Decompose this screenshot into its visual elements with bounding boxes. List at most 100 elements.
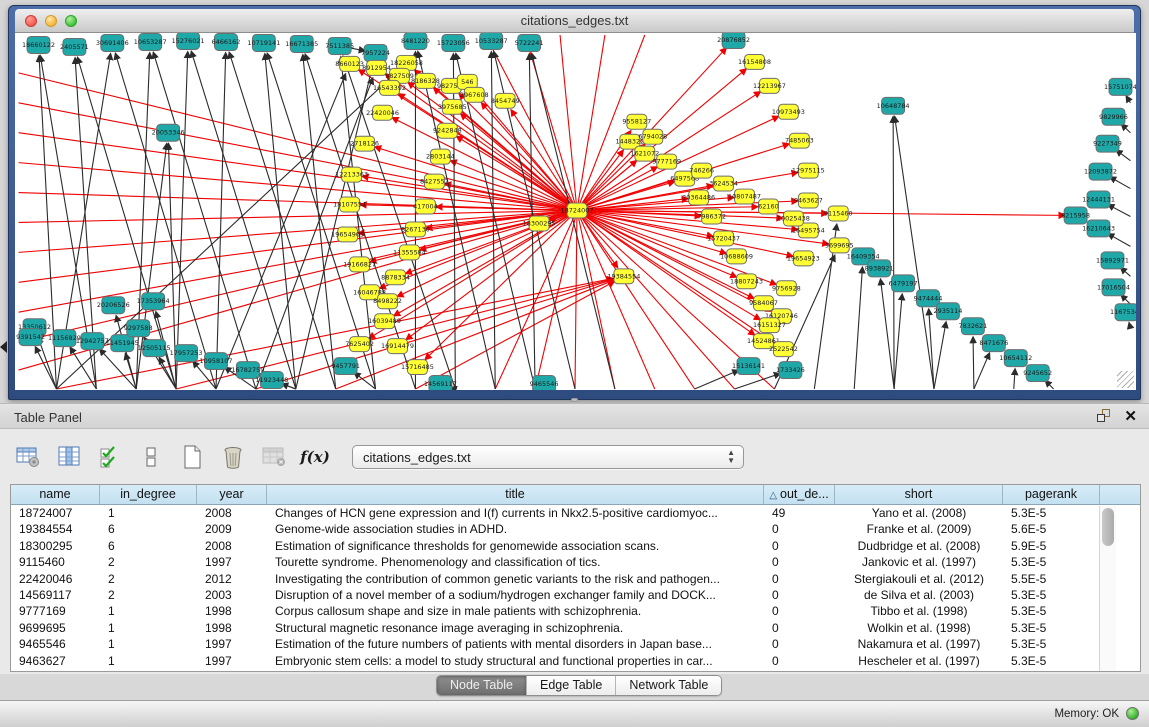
table-cell[interactable]: 0 bbox=[764, 538, 835, 554]
network-edge[interactable] bbox=[1121, 124, 1130, 132]
create-column-icon[interactable] bbox=[178, 444, 206, 470]
table-cell[interactable]: Hescheler et al. (1997) bbox=[835, 653, 1003, 669]
column-header[interactable]: in_degree bbox=[100, 485, 197, 504]
network-edge[interactable] bbox=[894, 294, 902, 389]
table-cell[interactable]: 5.6E-5 bbox=[1003, 521, 1100, 537]
network-edge[interactable] bbox=[176, 52, 188, 389]
network-node[interactable]: 11923448 bbox=[255, 372, 288, 389]
network-node[interactable]: 12093872 bbox=[1084, 163, 1117, 180]
table-row[interactable]: 946362711997Embryonic stem cells: a mode… bbox=[11, 653, 1140, 669]
table-cell[interactable]: 2009 bbox=[197, 521, 267, 537]
table-cell[interactable]: 2 bbox=[100, 587, 197, 603]
network-edge[interactable] bbox=[282, 384, 296, 389]
column-header[interactable]: pagerank bbox=[1003, 485, 1100, 504]
network-edge[interactable] bbox=[893, 117, 894, 389]
table-cell[interactable]: 6 bbox=[100, 521, 197, 537]
table-cell[interactable]: Corpus callosum shape and size in male p… bbox=[267, 603, 764, 619]
network-node[interactable]: 12942757 bbox=[76, 333, 109, 350]
network-edge[interactable] bbox=[934, 322, 946, 389]
table-cell[interactable]: Embryonic stem cells: a model to study s… bbox=[267, 653, 764, 669]
network-edge[interactable] bbox=[577, 211, 695, 390]
network-node[interactable]: 7986372 bbox=[697, 209, 726, 224]
table-cell[interactable]: Tourette syndrome. Phenomenology and cla… bbox=[267, 554, 764, 570]
network-node[interactable]: 15276021 bbox=[172, 33, 205, 49]
network-node[interactable]: 1733426 bbox=[776, 362, 805, 379]
network-node[interactable]: 10653287 bbox=[134, 33, 167, 50]
network-node[interactable]: 10648784 bbox=[877, 97, 910, 114]
table-cell[interactable]: 9777169 bbox=[11, 603, 100, 619]
table-cell[interactable]: Changes of HCN gene expression and I(f) … bbox=[267, 505, 764, 521]
network-node[interactable]: 2967608 bbox=[460, 87, 489, 102]
network-node[interactable]: 11675342 bbox=[1110, 304, 1136, 321]
network-edge[interactable] bbox=[854, 267, 862, 389]
table-row[interactable]: 969969511998Structural magnetic resonanc… bbox=[11, 620, 1140, 636]
table-row[interactable]: 1872400712008Changes of HCN gene express… bbox=[11, 505, 1140, 521]
network-table-selector[interactable]: citations_edges.txt ▲▼ bbox=[352, 445, 744, 469]
network-edge[interactable] bbox=[153, 52, 256, 389]
network-node[interactable]: 9245652 bbox=[1023, 365, 1052, 382]
network-edge[interactable] bbox=[1045, 381, 1053, 389]
network-node[interactable]: 746266 bbox=[689, 163, 714, 178]
table-cell[interactable]: 1997 bbox=[197, 554, 267, 570]
network-node[interactable]: 8454749 bbox=[491, 93, 520, 108]
network-node[interactable]: 9391542 bbox=[16, 329, 45, 346]
table-cell[interactable]: 0 bbox=[764, 521, 835, 537]
network-node[interactable]: 2405571 bbox=[60, 38, 89, 55]
table-cell[interactable]: 9115460 bbox=[11, 554, 100, 570]
table-cell[interactable]: 1 bbox=[100, 620, 197, 636]
network-node[interactable]: 10719141 bbox=[247, 34, 280, 51]
network-node[interactable]: 19384554 bbox=[607, 269, 640, 284]
table-cell[interactable]: Disruption of a novel member of a sodium… bbox=[267, 587, 764, 603]
network-node[interactable]: 3975685 bbox=[438, 99, 467, 114]
network-node[interactable]: 8660123 bbox=[335, 56, 364, 71]
network-node[interactable]: 7957224 bbox=[361, 44, 390, 61]
network-node[interactable]: 8481220 bbox=[401, 33, 430, 49]
network-node[interactable]: 9463627 bbox=[794, 193, 823, 208]
show-columns-icon[interactable] bbox=[55, 444, 83, 470]
table-cell[interactable]: Stergiakouli et al. (2012) bbox=[835, 571, 1003, 587]
table-cell[interactable]: 22420046 bbox=[11, 571, 100, 587]
table-row[interactable]: 1456911722003Disruption of a novel membe… bbox=[11, 587, 1140, 603]
network-node[interactable]: 16154808 bbox=[738, 54, 771, 69]
close-panel-icon[interactable]: ✕ bbox=[1124, 409, 1137, 424]
network-edge[interactable] bbox=[375, 147, 577, 211]
network-node[interactable]: 8215958 bbox=[1061, 207, 1090, 224]
network-node[interactable]: 8427552 bbox=[420, 174, 449, 189]
network-node[interactable]: 8471676 bbox=[979, 335, 1008, 352]
network-edge[interactable] bbox=[735, 374, 780, 389]
network-node[interactable]: 10688609 bbox=[720, 249, 753, 264]
table-cell[interactable]: 9465546 bbox=[11, 636, 100, 652]
table-cell[interactable]: 19384554 bbox=[11, 521, 100, 537]
network-node[interactable]: 10654112 bbox=[999, 350, 1032, 367]
network-node[interactable]: 10533287 bbox=[475, 33, 508, 49]
resize-grip[interactable] bbox=[1117, 371, 1134, 388]
network-edge[interactable] bbox=[216, 53, 226, 389]
table-cell[interactable]: 5.3E-5 bbox=[1003, 603, 1100, 619]
network-edge[interactable] bbox=[1121, 268, 1131, 277]
table-cell[interactable]: 5.3E-5 bbox=[1003, 636, 1100, 652]
network-node[interactable]: 2803144 bbox=[426, 149, 455, 164]
table-row[interactable]: 977716911998Corpus callosum shape and si… bbox=[11, 603, 1140, 619]
network-node[interactable]: 17353964 bbox=[137, 293, 170, 310]
network-node[interactable]: 20364486 bbox=[682, 190, 715, 205]
row-height-icon[interactable] bbox=[137, 444, 165, 470]
select-columns-icon[interactable] bbox=[96, 444, 124, 470]
network-node[interactable]: 3624534 bbox=[709, 176, 738, 191]
delete-table-icon[interactable] bbox=[260, 444, 288, 470]
network-node[interactable]: 9227349 bbox=[1093, 135, 1122, 152]
network-node[interactable]: 62160 bbox=[758, 199, 779, 214]
table-cell[interactable]: 5.3E-5 bbox=[1003, 653, 1100, 669]
network-edge[interactable] bbox=[1110, 177, 1130, 189]
table-row[interactable]: 1830029562008Estimation of significance … bbox=[11, 538, 1140, 554]
table-row[interactable]: 911546021997Tourette syndrome. Phenomeno… bbox=[11, 554, 1140, 570]
network-node[interactable]: 15136141 bbox=[732, 358, 765, 375]
table-cell[interactable]: 49 bbox=[764, 505, 835, 521]
network-edge[interactable] bbox=[577, 211, 760, 320]
table-cell[interactable]: 2008 bbox=[197, 538, 267, 554]
network-node[interactable]: 9584067 bbox=[749, 296, 778, 311]
network-node[interactable]: 15892971 bbox=[1096, 252, 1129, 269]
network-node[interactable]: 417004 bbox=[413, 199, 438, 214]
network-node[interactable]: 20876852 bbox=[717, 33, 750, 48]
network-edge[interactable] bbox=[1108, 234, 1130, 247]
tab-network-table[interactable]: Network Table bbox=[616, 676, 721, 695]
